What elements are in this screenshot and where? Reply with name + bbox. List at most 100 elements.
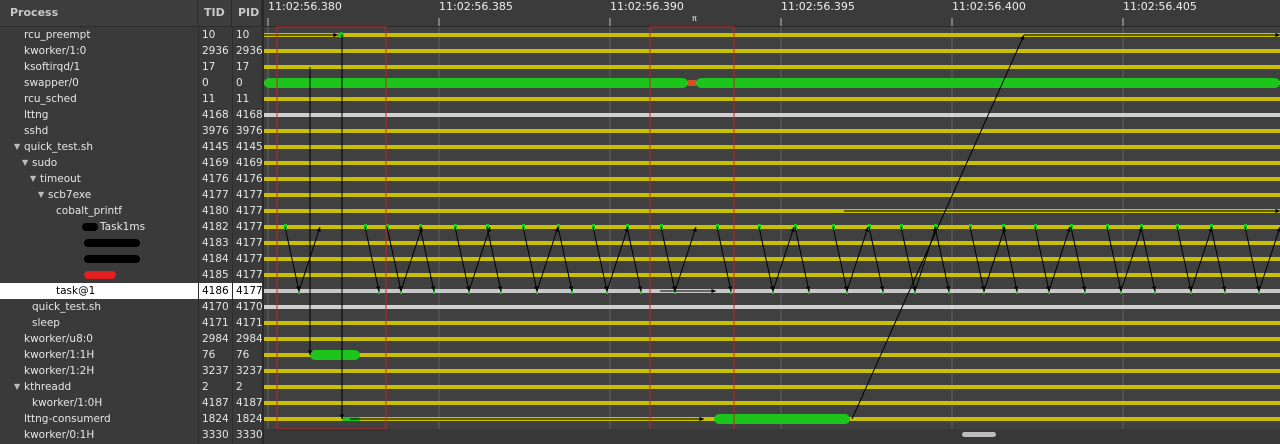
- tid-cell: 3976: [198, 123, 232, 139]
- tid-cell: 76: [198, 347, 232, 363]
- expander-icon[interactable]: ▼: [14, 379, 20, 395]
- pid-cell: 4168: [232, 107, 262, 123]
- process-row[interactable]: sleep 4171 4171: [0, 315, 262, 331]
- process-row[interactable]: cobalt_printf 4180 4177: [0, 203, 262, 219]
- pid-cell: 3330: [232, 427, 262, 443]
- tid-cell: 4185: [198, 267, 232, 283]
- process-row[interactable]: sshd 3976 3976: [0, 123, 262, 139]
- pid-cell: 4177: [232, 283, 262, 299]
- tid-cell: 4169: [198, 155, 232, 171]
- state-track: [264, 49, 1280, 53]
- process-row[interactable]: ksoftirqd/1 17 17: [0, 59, 262, 75]
- process-row[interactable]: kworker/1:0 2936 2936: [0, 43, 262, 59]
- process-row[interactable]: rcu_preempt 10 10: [0, 27, 262, 43]
- state-track: [264, 225, 1280, 229]
- process-name: Task1ms: [100, 221, 146, 233]
- tree-header: Process TID PID: [0, 0, 262, 27]
- pid-cell: 4169: [232, 155, 262, 171]
- process-row[interactable]: ▼ scb7exe 4177 4177: [0, 187, 262, 203]
- tid-cell: 4171: [198, 315, 232, 331]
- pid-cell: 4176: [232, 171, 262, 187]
- pid-cell: 4177: [232, 251, 262, 267]
- process-row[interactable]: kworker/0:1H 3330 3330: [0, 427, 262, 443]
- pid-cell: 4177: [232, 203, 262, 219]
- process-row[interactable]: kworker/u8:0 2984 2984: [0, 331, 262, 347]
- process-row[interactable]: quick_test.sh 4170 4170: [0, 299, 262, 315]
- state-track: [264, 129, 1280, 133]
- process-row[interactable]: swapper/0 0 0: [0, 75, 262, 91]
- process-row[interactable]: kworker/1:2H 3237 3237: [0, 363, 262, 379]
- process-row[interactable]: task@1 4186 4177: [0, 283, 262, 299]
- process-row[interactable]: kworker/1:1H 76 76: [0, 347, 262, 363]
- pid-cell: 17: [232, 59, 262, 75]
- column-header-pid[interactable]: PID: [232, 0, 262, 26]
- pid-cell: 3237: [232, 363, 262, 379]
- process-row[interactable]: rcu_sched 11 11: [0, 91, 262, 107]
- redaction-mark: [84, 255, 140, 263]
- process-row[interactable]: 4183 4177: [0, 235, 262, 251]
- tid-cell: 4170: [198, 299, 232, 315]
- tid-cell: 4186: [198, 283, 232, 299]
- pid-cell: 0: [232, 75, 262, 91]
- process-name: kworker/0:1H: [24, 429, 95, 441]
- process-name: timeout: [40, 173, 81, 185]
- process-row[interactable]: ▼ kthreadd 2 2: [0, 379, 262, 395]
- process-name: sleep: [32, 317, 60, 329]
- state-track: [264, 385, 1280, 389]
- pid-cell: 76: [232, 347, 262, 363]
- column-header-tid[interactable]: TID: [198, 0, 232, 26]
- tid-cell: 4182: [198, 219, 232, 235]
- redaction-mark: [82, 223, 98, 231]
- process-row[interactable]: ▼ quick_test.sh 4145 4145: [0, 139, 262, 155]
- tid-cell: 3330: [198, 427, 232, 443]
- process-row[interactable]: ▼ timeout 4176 4176: [0, 171, 262, 187]
- process-row[interactable]: kworker/1:0H 4187 4187: [0, 395, 262, 411]
- process-row[interactable]: 4185 4177: [0, 267, 262, 283]
- pid-cell: 2936: [232, 43, 262, 59]
- pid-cell: 3976: [232, 123, 262, 139]
- state-track: [264, 177, 1280, 181]
- column-header-process[interactable]: Process: [0, 0, 198, 26]
- state-track: [264, 97, 1280, 101]
- state-track: [264, 273, 1280, 277]
- expander-icon[interactable]: ▼: [14, 139, 20, 155]
- pid-cell: 4171: [232, 315, 262, 331]
- timeline-panel[interactable]: 11:02:56.380 11:02:56.385 11:02:56.390 11:0…: [264, 0, 1280, 444]
- state-track: [264, 193, 1280, 197]
- pid-cell: 2: [232, 379, 262, 395]
- horizontal-scrollbar[interactable]: [264, 429, 1280, 444]
- process-name: rcu_preempt: [24, 29, 91, 41]
- scrollbar-thumb[interactable]: [962, 432, 996, 437]
- process-name: quick_test.sh: [24, 141, 93, 153]
- expander-icon[interactable]: ▼: [38, 187, 44, 203]
- state-track: [264, 401, 1280, 405]
- process-name: lttng: [24, 109, 49, 121]
- process-name: quick_test.sh: [32, 301, 101, 313]
- pid-cell: 2984: [232, 331, 262, 347]
- pid-cell: 4170: [232, 299, 262, 315]
- state-track: [264, 161, 1280, 165]
- process-name: kworker/1:0H: [32, 397, 103, 409]
- tid-cell: 4168: [198, 107, 232, 123]
- process-row[interactable]: 4184 4177: [0, 251, 262, 267]
- process-row[interactable]: lttng-consumerd 1824 1824: [0, 411, 262, 427]
- expander-icon[interactable]: ▼: [30, 171, 36, 187]
- pid-cell: 4177: [232, 235, 262, 251]
- tid-cell: 0: [198, 75, 232, 91]
- tid-cell: 1824: [198, 411, 232, 427]
- process-row[interactable]: ▼ sudo 4169 4169: [0, 155, 262, 171]
- state-track: [264, 369, 1280, 373]
- process-name: cobalt_printf: [56, 205, 122, 217]
- tid-cell: 4187: [198, 395, 232, 411]
- process-row[interactable]: lttng 4168 4168: [0, 107, 262, 123]
- expander-icon[interactable]: ▼: [22, 155, 28, 171]
- state-track: [264, 305, 1280, 309]
- tid-cell: 10: [198, 27, 232, 43]
- pid-cell: 10: [232, 27, 262, 43]
- process-name: rcu_sched: [24, 93, 77, 105]
- process-name: kworker/1:1H: [24, 349, 95, 361]
- state-change-marker: [688, 80, 696, 86]
- control-flow-graph[interactable]: [264, 0, 1280, 444]
- tid-cell: 4180: [198, 203, 232, 219]
- process-row[interactable]: Task1ms 4182 4177: [0, 219, 262, 235]
